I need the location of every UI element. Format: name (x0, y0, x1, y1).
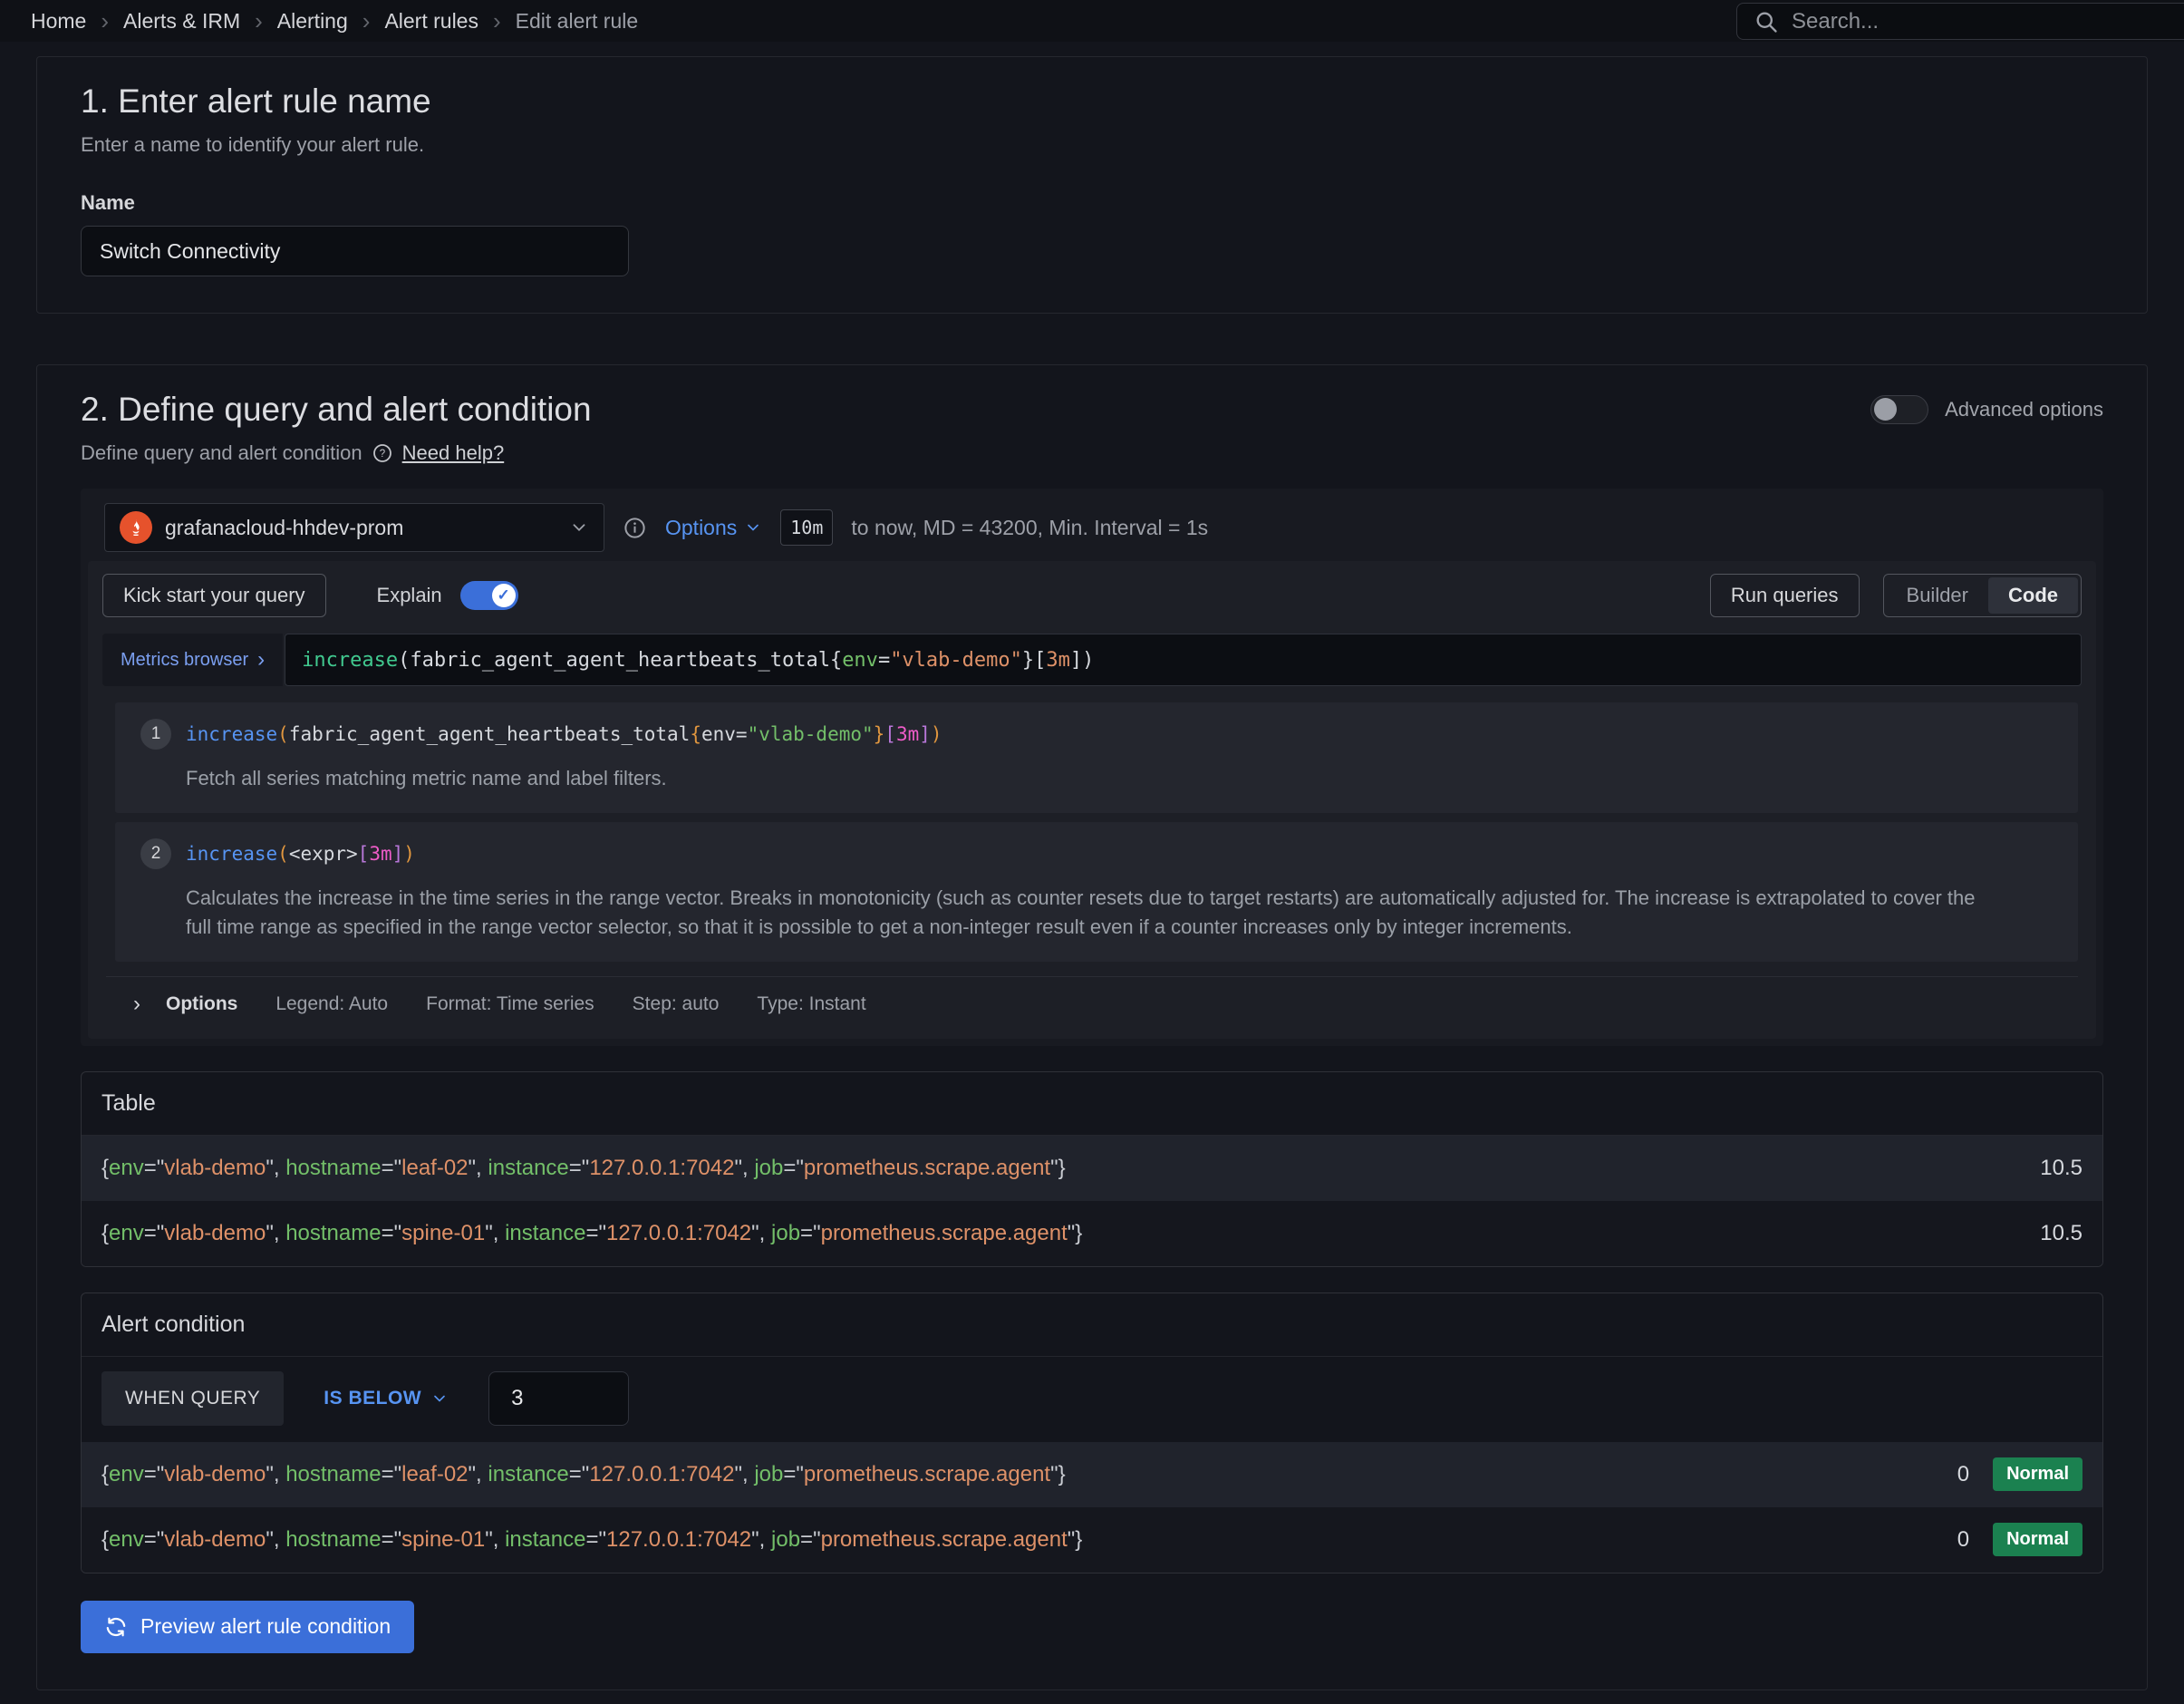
builder-mode-option[interactable]: Builder (1887, 577, 1988, 614)
alert-rule-name-value: Switch Connectivity (100, 239, 280, 264)
metrics-browser-label: Metrics browser (121, 650, 248, 671)
breadcrumb-home[interactable]: Home (31, 9, 86, 34)
query-editor-area: Kick start your query Explain ✓ Run quer… (88, 561, 2096, 1039)
table-card: Table {env="vlab-demo", hostname="leaf-0… (81, 1071, 2103, 1267)
info-circle-icon (623, 516, 647, 540)
query-options-label: Options (665, 516, 737, 540)
step2-subtitle: Define query and alert condition (81, 441, 362, 465)
time-range-summary: to now, MD = 43200, Min. Interval = 1s (851, 516, 1208, 540)
step2-title: 2. Define query and alert condition (81, 391, 592, 429)
condition-operator-select[interactable]: IS BELOW (324, 1388, 449, 1409)
series-value: 0 (1957, 1462, 1969, 1487)
name-field-label: Name (81, 191, 2103, 215)
options-legend: Legend: Auto (275, 993, 388, 1015)
refresh-icon (104, 1615, 128, 1639)
step-number-badge: 1 (140, 719, 171, 750)
condition-operator-value: IS BELOW (324, 1388, 421, 1409)
metrics-browser-button[interactable]: Metrics browser › (102, 634, 283, 686)
options-row-label: Options (166, 993, 237, 1015)
breadcrumb-current-page: Edit alert rule (516, 9, 639, 34)
promql-query-input[interactable]: increase(fabric_agent_agent_heartbeats_t… (285, 634, 2082, 686)
state-badge-normal: Normal (1993, 1457, 2083, 1491)
chevron-down-icon (569, 518, 589, 537)
options-type: Type: Instant (757, 993, 865, 1015)
run-queries-button[interactable]: Run queries (1710, 574, 1860, 617)
breadcrumb-alert-rules[interactable]: Alert rules (384, 9, 478, 34)
series-labels: {env="vlab-demo", hostname="leaf-02", in… (101, 1156, 1066, 1181)
breadcrumb-separator-icon: › (101, 9, 109, 33)
series-value: 10.5 (2040, 1156, 2083, 1181)
explain-label: Explain (377, 584, 442, 607)
page-content: 1. Enter alert rule name Enter a name to… (0, 42, 2184, 1690)
alert-result-row: {env="vlab-demo", hostname="leaf-02", in… (82, 1442, 2102, 1507)
breadcrumb-alerting[interactable]: Alerting (277, 9, 348, 34)
query-options-row[interactable]: › Options Legend: Auto Format: Time seri… (106, 976, 2078, 1030)
top-navbar: Home › Alerts & IRM › Alerting › Alert r… (0, 0, 2184, 42)
series-labels: {env="vlab-demo", hostname="leaf-02", in… (101, 1462, 1066, 1487)
explain-item-1: 1 increase(fabric_agent_agent_heartbeats… (115, 702, 2078, 813)
explain-item-2: 2 increase(<expr>[3m]) Calculates the in… (115, 822, 2078, 962)
when-query-chip: WHEN QUERY (101, 1371, 284, 1426)
series-labels: {env="vlab-demo", hostname="spine-01", i… (101, 1221, 1082, 1246)
step2-panel: 2. Define query and alert condition Adva… (36, 364, 2148, 1690)
datasource-name: grafanacloud-hhdev-prom (165, 516, 556, 540)
search-placeholder: Search... (1792, 9, 1879, 34)
step1-title: 1. Enter alert rule name (81, 82, 2103, 121)
options-format: Format: Time series (426, 993, 594, 1015)
query-editor-card: grafanacloud-hhdev-prom Options 10m to n… (81, 489, 2103, 1046)
step-number-badge: 2 (140, 838, 171, 869)
breadcrumb: Home › Alerts & IRM › Alerting › Alert r… (0, 9, 638, 34)
breadcrumb-separator-icon: › (362, 9, 371, 33)
threshold-input[interactable]: 3 (488, 1371, 629, 1426)
help-circle-icon: ? (372, 442, 393, 464)
explain-description-1: Fetch all series matching metric name an… (186, 764, 1980, 793)
breadcrumb-separator-icon: › (255, 9, 263, 33)
step1-panel: 1. Enter alert rule name Enter a name to… (36, 56, 2148, 314)
series-labels: {env="vlab-demo", hostname="spine-01", i… (101, 1527, 1082, 1553)
explain-description-2: Calculates the increase in the time seri… (186, 884, 1980, 942)
breadcrumb-alerts-irm[interactable]: Alerts & IRM (123, 9, 240, 34)
options-step: Step: auto (633, 993, 720, 1015)
explain-code-2: increase(<expr>[3m]) (186, 843, 415, 865)
alert-condition-title: Alert condition (82, 1293, 2102, 1357)
explain-code-1: increase(fabric_agent_agent_heartbeats_t… (186, 723, 942, 745)
alert-rule-name-input[interactable]: Switch Connectivity (81, 226, 629, 276)
prometheus-icon (120, 511, 152, 544)
step1-subtitle: Enter a name to identify your alert rule… (81, 133, 2103, 157)
advanced-options-toggle[interactable] (1870, 395, 1928, 424)
datasource-picker[interactable]: grafanacloud-hhdev-prom (104, 503, 604, 552)
table-row: {env="vlab-demo", hostname="leaf-02", in… (82, 1136, 2102, 1201)
threshold-value: 3 (511, 1386, 523, 1411)
kick-start-query-button[interactable]: Kick start your query (102, 574, 326, 617)
search-input[interactable]: Search... (1736, 3, 2184, 40)
alert-condition-row: WHEN QUERY IS BELOW 3 (82, 1357, 2102, 1442)
time-range-badge: 10m (780, 509, 833, 546)
alert-condition-card: Alert condition WHEN QUERY IS BELOW 3 {e… (81, 1293, 2103, 1573)
preview-alert-rule-button[interactable]: Preview alert rule condition (81, 1601, 414, 1653)
search-icon (1754, 9, 1779, 34)
need-help-link[interactable]: Need help? (402, 441, 505, 465)
series-value: 0 (1957, 1527, 1969, 1553)
alert-result-row: {env="vlab-demo", hostname="spine-01", i… (82, 1507, 2102, 1573)
check-icon: ✓ (492, 584, 516, 607)
preview-button-label: Preview alert rule condition (140, 1614, 391, 1639)
svg-text:?: ? (379, 449, 384, 460)
series-value: 10.5 (2040, 1221, 2083, 1246)
code-mode-option[interactable]: Code (1988, 577, 2078, 614)
builder-code-switch: Builder Code (1883, 574, 2082, 617)
table-card-title: Table (82, 1072, 2102, 1136)
chevron-right-icon: › (133, 992, 140, 1017)
breadcrumb-separator-icon: › (493, 9, 501, 33)
state-badge-normal: Normal (1993, 1523, 2083, 1556)
toggle-knob (1874, 398, 1897, 421)
query-options-expander[interactable]: Options (665, 516, 762, 540)
table-row: {env="vlab-demo", hostname="spine-01", i… (82, 1201, 2102, 1266)
explain-toggle[interactable]: ✓ (460, 581, 518, 610)
chevron-right-icon: › (257, 649, 265, 671)
advanced-options-label: Advanced options (1945, 398, 2103, 421)
